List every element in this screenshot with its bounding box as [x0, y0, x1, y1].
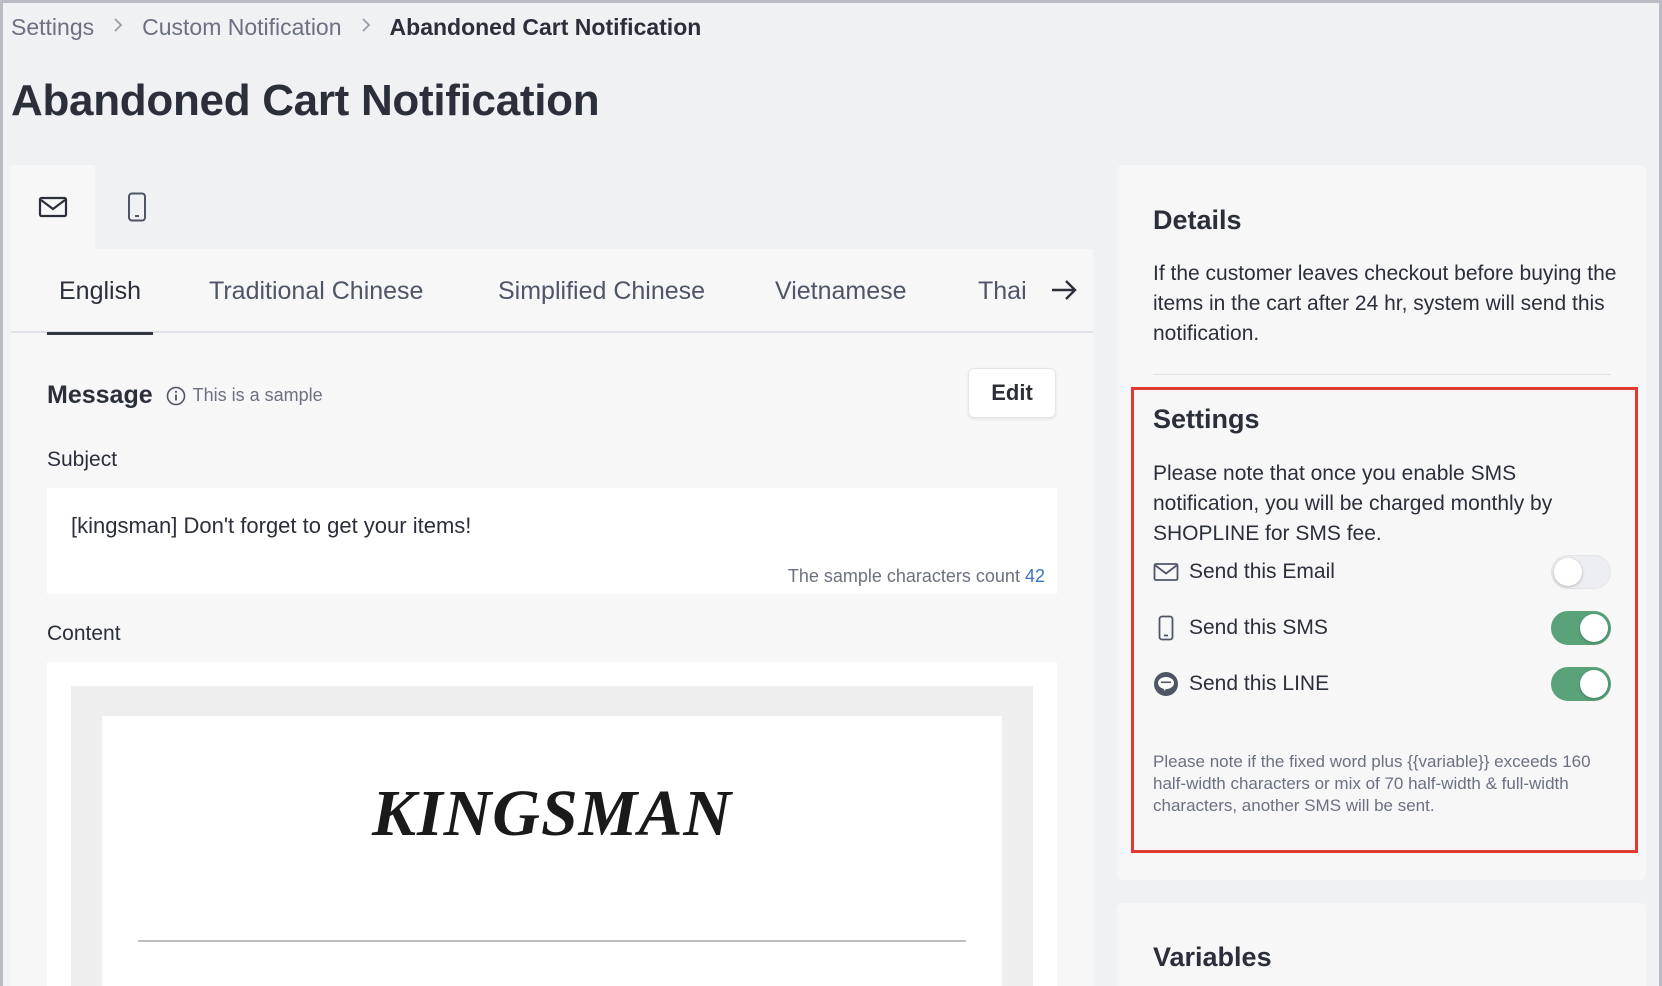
- message-title: Message: [47, 381, 153, 409]
- breadcrumb-settings-link[interactable]: Settings: [11, 14, 94, 41]
- page-title: Abandoned Cart Notification: [11, 76, 600, 125]
- settings-highlight-box: [1131, 387, 1638, 853]
- mail-icon: [38, 196, 68, 218]
- tab-email[interactable]: [11, 165, 95, 249]
- message-header: Message This is a sample: [47, 381, 323, 410]
- sample-note: This is a sample: [192, 385, 323, 405]
- breadcrumb-current: Abandoned Cart Notification: [389, 14, 702, 40]
- details-title: Details: [1153, 205, 1242, 235]
- chevron-right-icon: [113, 17, 123, 38]
- tab-english[interactable]: English: [47, 249, 153, 335]
- channel-tabs: [11, 165, 179, 249]
- content-box: KINGSMAN: [47, 662, 1057, 986]
- tab-traditional-chinese[interactable]: Traditional Chinese: [209, 249, 423, 333]
- email-body: KINGSMAN: [102, 716, 1002, 986]
- divider: [1153, 374, 1611, 375]
- variables-card: Variables: [1117, 903, 1646, 986]
- mobile-icon: [128, 192, 146, 222]
- breadcrumb-custom-notification-link[interactable]: Custom Notification: [142, 14, 341, 41]
- tab-thai[interactable]: Thai: [978, 249, 1027, 333]
- divider: [138, 940, 966, 942]
- email-preview: KINGSMAN: [71, 686, 1033, 986]
- tab-vietnamese[interactable]: Vietnamese: [775, 249, 907, 333]
- details-text: If the customer leaves checkout before b…: [1153, 262, 1617, 345]
- main-panel: English Traditional Chinese Simplified C…: [11, 165, 1093, 986]
- content-label: Content: [47, 622, 121, 645]
- brand-logo: KINGSMAN: [371, 777, 733, 850]
- edit-button[interactable]: Edit: [968, 368, 1056, 418]
- tab-simplified-chinese[interactable]: Simplified Chinese: [498, 249, 705, 333]
- subject-box: [kingsman] Don't forget to get your item…: [47, 488, 1057, 594]
- char-count-label: The sample characters count: [787, 566, 1020, 586]
- subject-value: [kingsman] Don't forget to get your item…: [71, 513, 472, 538]
- char-count: The sample characters count 42: [788, 566, 1045, 587]
- chevron-right-icon: [361, 17, 371, 38]
- content-area: English Traditional Chinese Simplified C…: [11, 249, 1093, 986]
- arrow-right-icon[interactable]: [1049, 275, 1079, 305]
- info-icon: [166, 386, 185, 405]
- language-tabs: English Traditional Chinese Simplified C…: [11, 249, 1093, 335]
- subject-label: Subject: [47, 448, 118, 471]
- char-count-value: 42: [1024, 566, 1045, 586]
- breadcrumb: Settings Custom Notification Abandoned C…: [11, 14, 701, 41]
- variables-title: Variables: [1153, 942, 1272, 972]
- tab-sms[interactable]: [95, 165, 179, 249]
